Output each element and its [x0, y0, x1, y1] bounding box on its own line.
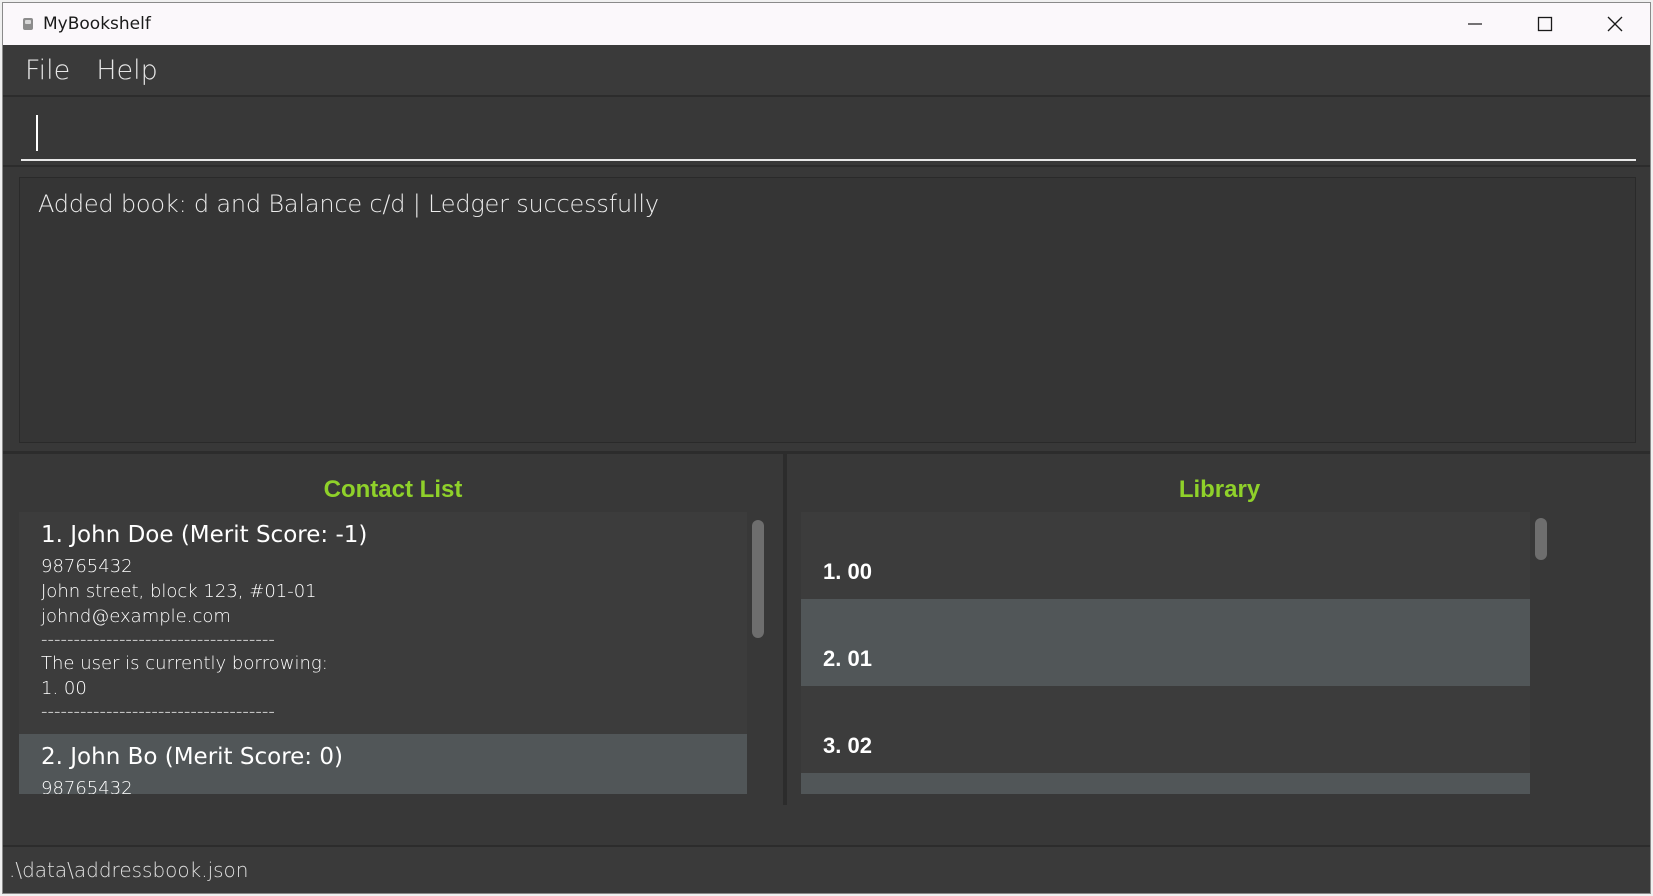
- command-box: [3, 97, 1650, 167]
- book-label: 3. 02: [823, 733, 872, 758]
- maximize-button[interactable]: [1510, 3, 1580, 45]
- borrowing-item: 1. 00: [41, 678, 87, 699]
- contact-list[interactable]: 1. John Doe (Merit Score: -1) 98765432 J…: [19, 512, 747, 794]
- book-label: 1. 00: [823, 559, 872, 584]
- minimize-button[interactable]: [1440, 3, 1510, 45]
- window-controls: [1440, 3, 1650, 45]
- app-window: MyBookshelf File Help Added book: d and …: [2, 2, 1651, 894]
- scroll-thumb[interactable]: [752, 520, 764, 638]
- menu-help[interactable]: Help: [84, 55, 170, 86]
- contact-card[interactable]: 2. John Bo (Merit Score: 0) 98765432: [19, 734, 747, 794]
- book-item[interactable]: [801, 773, 1530, 794]
- text-caret: [36, 115, 38, 151]
- book-label: 2. 01: [823, 646, 872, 671]
- close-icon: [1607, 16, 1623, 32]
- library-title: Library: [1178, 476, 1261, 503]
- close-button[interactable]: [1580, 3, 1650, 45]
- contact-card[interactable]: 1. John Doe (Merit Score: -1) 98765432 J…: [19, 512, 747, 734]
- menu-file[interactable]: File: [13, 55, 82, 86]
- book-item[interactable]: 2. 01: [801, 599, 1530, 686]
- command-input[interactable]: [21, 105, 1636, 161]
- contact-divider: ------------------------------------: [41, 629, 275, 650]
- book-item[interactable]: 3. 02: [801, 686, 1530, 773]
- contact-name: 1. John Doe (Merit Score: -1): [41, 522, 368, 548]
- contact-address: John street, block 123, #01-01: [41, 581, 317, 602]
- contact-divider: ------------------------------------: [41, 701, 275, 722]
- borrowing-label: The user is currently borrowing:: [41, 653, 328, 674]
- window-title: MyBookshelf: [43, 14, 151, 34]
- file-path: .\data\addressbook.json: [9, 858, 249, 882]
- maximize-icon: [1537, 16, 1553, 32]
- contact-name: 2. John Bo (Merit Score: 0): [41, 744, 343, 770]
- app-icon: [19, 15, 37, 33]
- contact-list-title: Contact List: [323, 476, 463, 503]
- minimize-icon: [1468, 23, 1482, 25]
- contact-phone: 98765432: [41, 778, 133, 794]
- status-bar: .\data\addressbook.json: [3, 845, 1650, 893]
- contact-phone: 98765432: [41, 556, 133, 577]
- result-message: Added book: d and Balance c/d | Ledger s…: [38, 190, 659, 218]
- result-display[interactable]: Added book: d and Balance c/d | Ledger s…: [19, 177, 1636, 443]
- contact-email: johnd@example.com: [41, 606, 231, 627]
- contact-list-scrollbar[interactable]: [751, 512, 765, 794]
- menu-bar: File Help: [3, 45, 1650, 97]
- title-bar: MyBookshelf: [3, 3, 1650, 45]
- book-list[interactable]: 1. 00 2. 01 3. 02: [801, 512, 1530, 794]
- contact-list-panel: Contact List 1. John Doe (Merit Score: -…: [3, 454, 783, 805]
- library-panel: Library 1. 00 2. 01 3. 02: [787, 454, 1650, 805]
- scroll-thumb[interactable]: [1535, 518, 1547, 560]
- book-list-scrollbar[interactable]: [1534, 512, 1548, 794]
- book-item[interactable]: 1. 00: [801, 512, 1530, 599]
